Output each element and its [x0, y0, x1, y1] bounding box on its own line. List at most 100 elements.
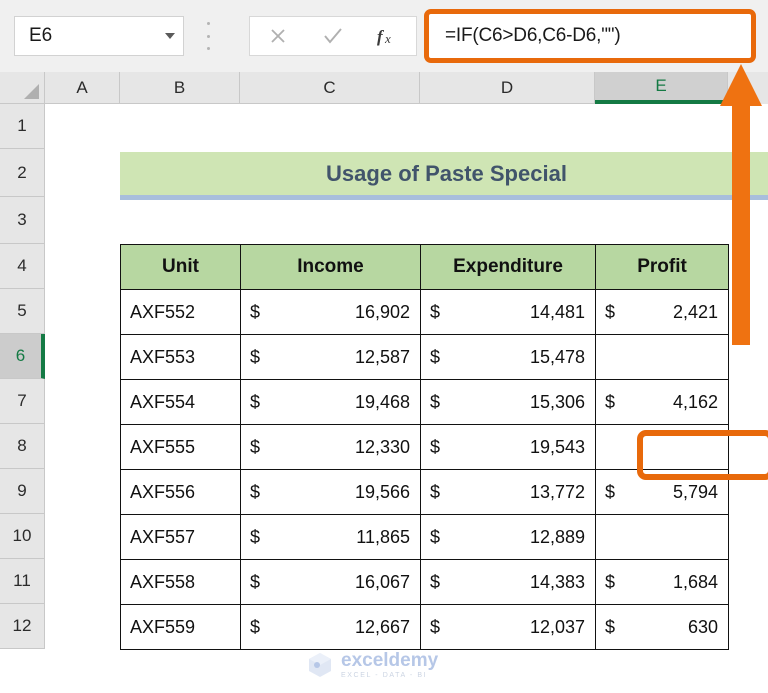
cell-unit[interactable]: AXF553 — [120, 334, 241, 380]
cell-expenditure[interactable]: $15,306 — [420, 379, 596, 425]
cell-expenditure[interactable]: $13,772 — [420, 469, 596, 515]
cell-value: 5,794 — [672, 481, 718, 502]
row-header-8[interactable]: 8 — [0, 424, 45, 469]
row-header-1[interactable]: 1 — [0, 104, 45, 149]
cell-value: 11,865 — [356, 526, 410, 547]
cell-value: 630 — [687, 616, 718, 637]
table-header-row: Unit Income Expenditure Profit — [120, 244, 729, 290]
currency-symbol: $ — [430, 346, 441, 367]
watermark-name: exceldemy — [341, 650, 439, 671]
currency-symbol: $ — [605, 571, 616, 592]
currency-symbol: $ — [250, 436, 261, 457]
cancel-x-icon[interactable] — [250, 17, 305, 55]
cell-value: 19,468 — [354, 391, 410, 412]
cell-income[interactable]: $11,865 — [240, 514, 421, 560]
cell-profit[interactable] — [595, 514, 729, 560]
row-header-12[interactable]: 12 — [0, 604, 45, 649]
currency-symbol: $ — [430, 391, 441, 412]
name-box[interactable]: E6 — [14, 16, 184, 56]
formula-input-highlight: =IF(C6>D6,C6-D6,"") — [424, 9, 756, 63]
cell-income[interactable]: $16,067 — [240, 559, 421, 605]
column-header-profit: Profit — [595, 244, 729, 290]
column-header-income: Income — [240, 244, 421, 290]
cell-profit[interactable] — [595, 424, 729, 470]
cell-expenditure[interactable]: $19,543 — [420, 424, 596, 470]
cell-profit[interactable]: $1,684 — [595, 559, 729, 605]
cell-value: 15,478 — [529, 346, 585, 367]
fx-icon[interactable]: f x — [361, 17, 416, 55]
cell-expenditure[interactable]: $12,889 — [420, 514, 596, 560]
cell-profit[interactable]: $4,162 — [595, 379, 729, 425]
cell-unit[interactable]: AXF559 — [120, 604, 241, 650]
row-header-7[interactable]: 7 — [0, 379, 45, 424]
formula-input[interactable]: =IF(C6>D6,C6-D6,"") — [429, 14, 751, 58]
row-header-11[interactable]: 11 — [0, 559, 45, 604]
cell-unit[interactable]: AXF554 — [120, 379, 241, 425]
currency-symbol: $ — [250, 301, 261, 322]
cell-unit[interactable]: AXF552 — [120, 289, 241, 335]
column-header-unit: Unit — [120, 244, 241, 290]
column-header-d[interactable]: D — [420, 72, 595, 104]
row-header-5[interactable]: 5 — [0, 289, 45, 334]
cell-profit[interactable] — [595, 334, 729, 380]
cell-value: 12,667 — [354, 616, 410, 637]
cell-value: 19,543 — [529, 436, 585, 457]
cell-unit[interactable]: AXF558 — [120, 559, 241, 605]
row-header-10[interactable]: 10 — [0, 514, 45, 559]
column-header-row: A B C D E — [0, 72, 768, 104]
currency-symbol: $ — [605, 616, 616, 637]
cell-income[interactable]: $19,468 — [240, 379, 421, 425]
cell-expenditure[interactable]: $14,481 — [420, 289, 596, 335]
cell-profit[interactable]: $2,421 — [595, 289, 729, 335]
cell-value: 16,067 — [354, 571, 410, 592]
column-header-a[interactable]: A — [45, 72, 120, 104]
row-header-6[interactable]: 6 — [0, 334, 45, 379]
exceldemy-hexagon-logo-icon — [309, 653, 331, 677]
svg-text:x: x — [384, 31, 391, 46]
row-header-9[interactable]: 9 — [0, 469, 45, 514]
column-header-e[interactable]: E — [595, 72, 728, 104]
cell-expenditure[interactable]: $14,383 — [420, 559, 596, 605]
currency-symbol: $ — [430, 436, 441, 457]
cell-unit[interactable]: AXF557 — [120, 514, 241, 560]
cell-income[interactable]: $12,587 — [240, 334, 421, 380]
row-header-2[interactable]: 2 — [0, 149, 45, 197]
cell-expenditure[interactable]: $15,478 — [420, 334, 596, 380]
dot — [206, 22, 210, 25]
table-row: AXF559 $12,667 $12,037 $630 — [120, 604, 729, 650]
currency-symbol: $ — [605, 391, 616, 412]
watermark-tagline: EXCEL - DATA - BI — [341, 672, 428, 679]
cell-unit[interactable]: AXF556 — [120, 469, 241, 515]
table-row: AXF558 $16,067 $14,383 $1,684 — [120, 559, 729, 605]
column-header-c[interactable]: C — [240, 72, 420, 104]
cell-income[interactable]: $12,667 — [240, 604, 421, 650]
cell-profit[interactable]: $630 — [595, 604, 729, 650]
cell-income[interactable]: $12,330 — [240, 424, 421, 470]
currency-symbol: $ — [430, 616, 441, 637]
row-header-3[interactable]: 3 — [0, 197, 45, 244]
cell-value: 12,330 — [354, 436, 410, 457]
currency-symbol: $ — [605, 481, 616, 502]
page-title: Usage of Paste Special — [326, 160, 567, 186]
currency-symbol: $ — [430, 571, 441, 592]
vertical-dots-icon[interactable] — [203, 22, 213, 50]
currency-symbol: $ — [430, 526, 441, 547]
formula-bar-buttons: f x — [249, 16, 417, 56]
cell-value: 2,421 — [672, 301, 718, 322]
worksheet-grid: Usage of Paste Special Unit Income Expen… — [45, 104, 768, 693]
row-header-4[interactable]: 4 — [0, 244, 45, 289]
data-table: Unit Income Expenditure Profit AXF552 $16… — [120, 244, 729, 650]
cell-income[interactable]: $16,902 — [240, 289, 421, 335]
column-header-expenditure: Expenditure — [420, 244, 596, 290]
exceldemy-watermark: exceldemy EXCEL - DATA - BI — [305, 645, 475, 685]
chevron-down-icon[interactable] — [157, 32, 183, 40]
cell-value: 12,889 — [529, 526, 585, 547]
confirm-check-icon[interactable] — [305, 17, 360, 55]
cell-income[interactable]: $19,566 — [240, 469, 421, 515]
cell-expenditure[interactable]: $12,037 — [420, 604, 596, 650]
cell-profit[interactable]: $5,794 — [595, 469, 729, 515]
cell-unit[interactable]: AXF555 — [120, 424, 241, 470]
column-header-b[interactable]: B — [120, 72, 240, 104]
currency-symbol: $ — [250, 391, 261, 412]
select-all-triangle-icon[interactable] — [0, 72, 45, 104]
